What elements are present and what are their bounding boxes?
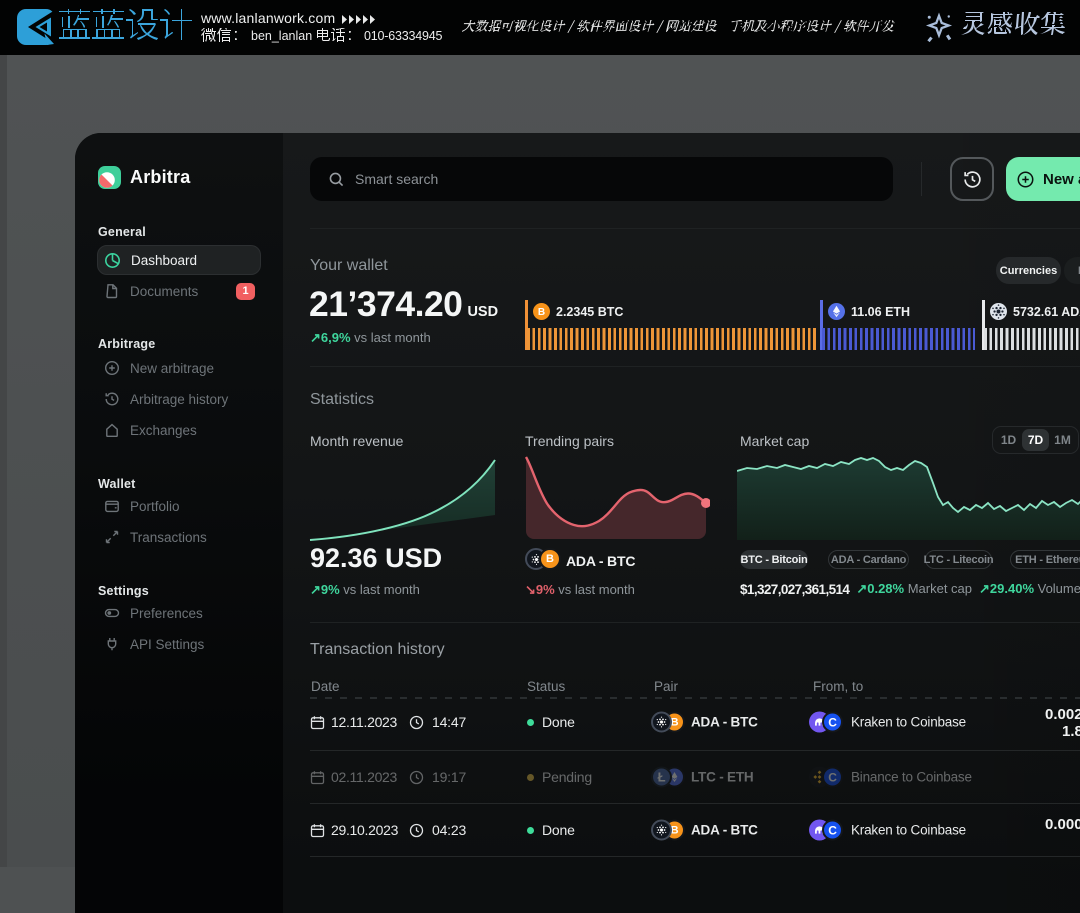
svg-text:B: B xyxy=(538,307,545,318)
